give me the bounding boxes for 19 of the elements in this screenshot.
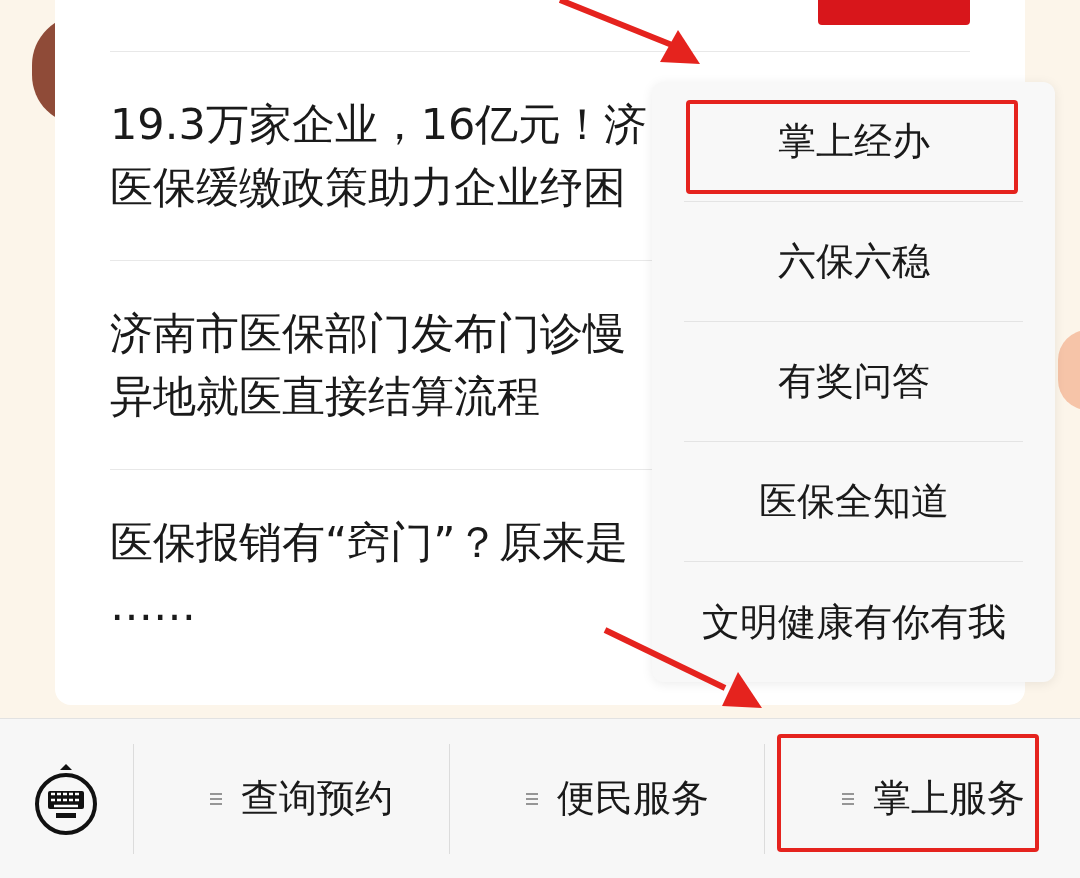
article-title: 19.3万家企业，16亿元！济 xyxy=(110,98,648,151)
menu-icon xyxy=(840,790,855,807)
menu-tab[interactable]: 查询预约 xyxy=(209,770,394,827)
tab-label: 查询预约 xyxy=(241,775,394,822)
tab-label: 掌上服务 xyxy=(872,775,1025,822)
article-title: 医保缓缴政策助力企业纾困 xyxy=(110,161,626,214)
tab-label: 便民服务 xyxy=(556,775,709,822)
article-title: 医保报销有“窍门”？原来是 xyxy=(110,516,628,569)
menu-item[interactable]: 医保全知道 xyxy=(758,473,949,530)
article-title: 济南市医保部门发布门诊慢 xyxy=(110,307,626,360)
menu-icon xyxy=(209,790,224,807)
article-title: …… xyxy=(110,579,196,632)
menu-item[interactable]: 有奖问答 xyxy=(777,353,930,410)
menu-item[interactable]: 掌上经办 xyxy=(777,113,930,170)
menu-item[interactable]: 文明健康有你有我 xyxy=(701,593,1006,651)
menu-tab[interactable]: 便民服务 xyxy=(524,770,709,827)
menu-tab[interactable]: 掌上服务 xyxy=(840,770,1025,827)
menu-icon xyxy=(524,790,539,807)
article-title: 异地就医直接结算流程 xyxy=(110,370,540,423)
